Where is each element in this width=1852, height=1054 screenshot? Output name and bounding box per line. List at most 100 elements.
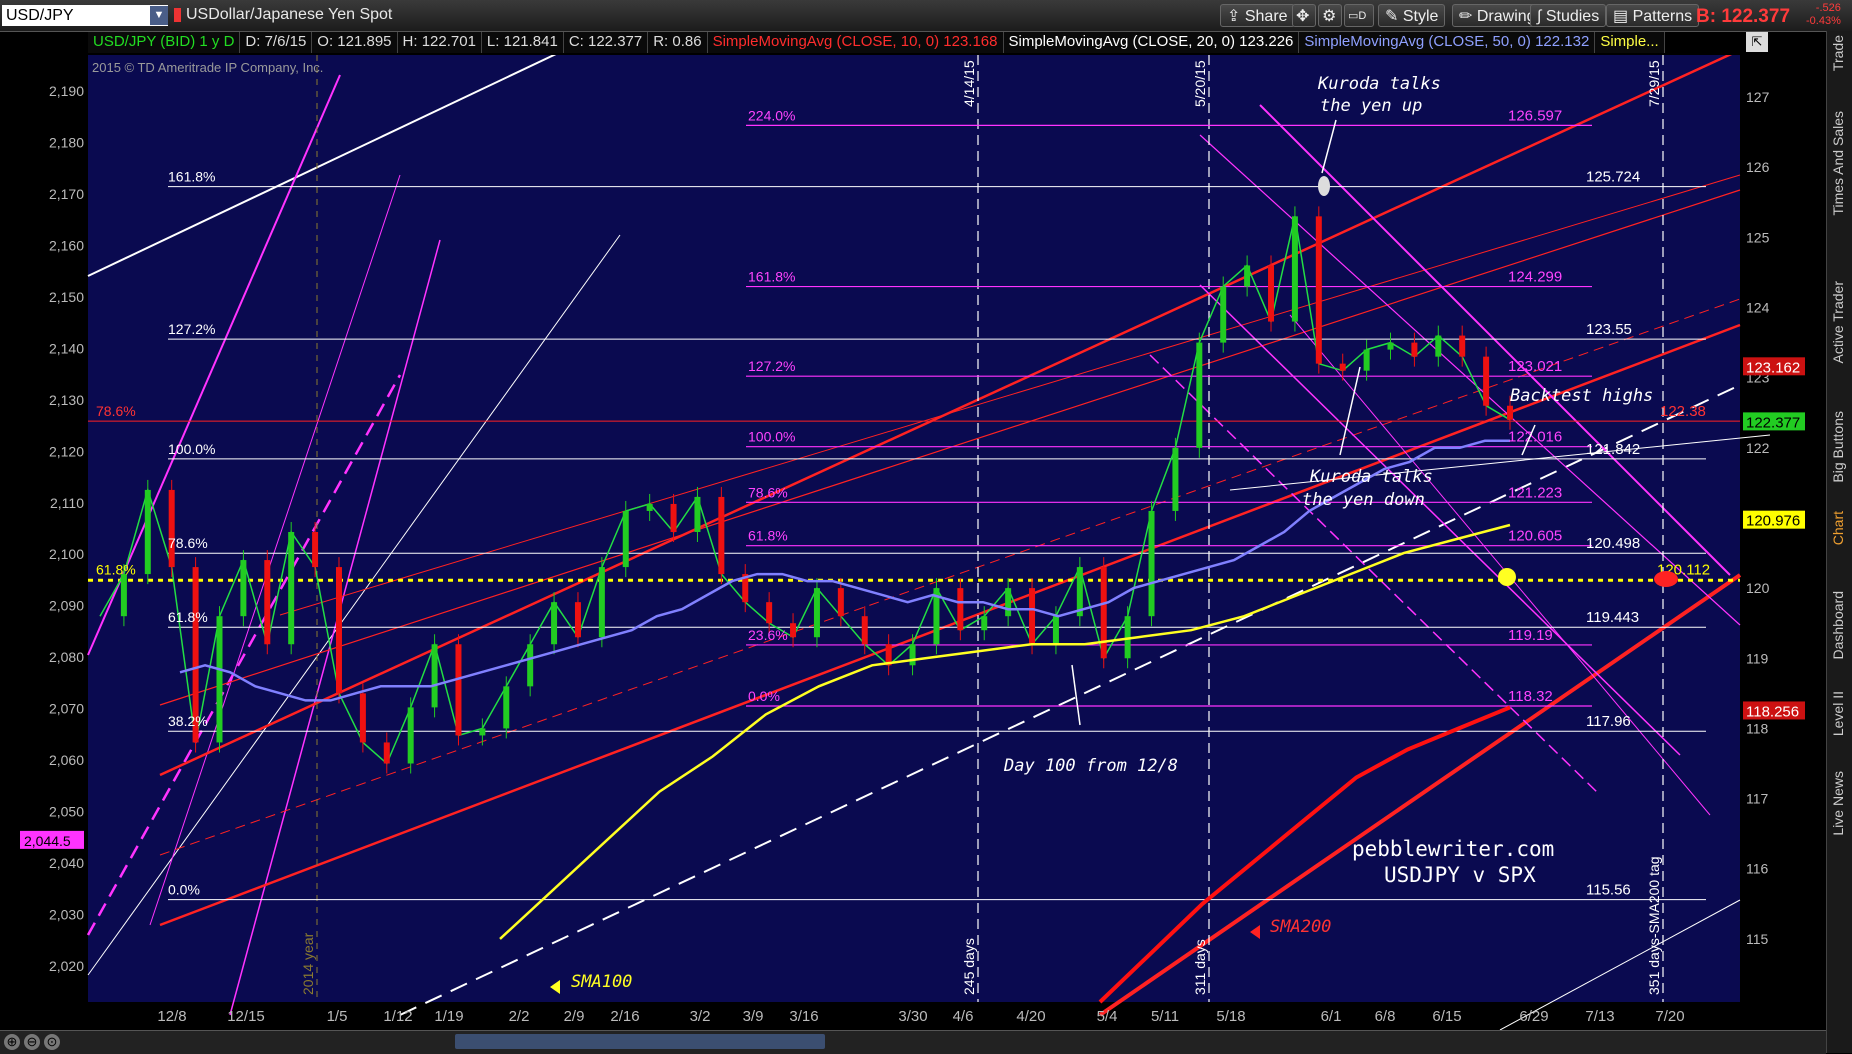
- right-sidebar: Trade Times And Sales Active Trader Big But…: [1826, 31, 1852, 1053]
- x-axis-tick: 1/12: [383, 1008, 412, 1025]
- studies-icon: ∫: [1537, 8, 1546, 25]
- right-axis-tick: 118: [1746, 720, 1769, 736]
- change-percent: -0.43%: [1806, 15, 1841, 27]
- symbol-input[interactable]: USD/JPY: [2, 5, 168, 26]
- time-scrollbar[interactable]: [455, 1034, 825, 1049]
- left-axis-tick: 2,020: [49, 958, 84, 974]
- candle-body: [383, 742, 390, 764]
- fib-magenta-label: 78.6%: [748, 484, 788, 500]
- sma50-value: 122.132: [1535, 33, 1590, 50]
- left-axis-tick: 2,080: [49, 649, 84, 665]
- info-date: D: 7/6/15: [240, 32, 313, 53]
- info-sma20[interactable]: SimpleMovingAvg (CLOSE, 20, 0) 123.226: [1003, 32, 1300, 53]
- fib-white-price: 117.96: [1586, 713, 1631, 730]
- right-axis-tick: 117: [1746, 791, 1769, 807]
- x-axis-tick: 1/5: [327, 1008, 348, 1025]
- candle-body: [264, 560, 271, 645]
- left-axis-tick: 2,140: [49, 340, 84, 356]
- fib-magenta-label: 100.0%: [748, 429, 795, 445]
- info-close: C: 122.377: [563, 32, 649, 53]
- candle-body: [455, 644, 462, 736]
- x-axis-tick: 4/6: [953, 1008, 974, 1025]
- annotation-text: the yen up: [1320, 96, 1422, 116]
- left-axis-tick: 2,040: [49, 855, 84, 871]
- price-change: -.526 -0.43%: [1806, 2, 1841, 28]
- candle-body: [503, 686, 510, 729]
- style-label: Style: [1402, 8, 1439, 25]
- info-pair: USD/JPY (BID) 1 y D: [88, 32, 241, 53]
- candle-body: [1291, 216, 1298, 322]
- sidebar-tab-times-and-sales[interactable]: Times And Sales: [1830, 111, 1846, 216]
- candle-body: [1005, 588, 1012, 617]
- candle-body: [694, 496, 701, 533]
- candle-body: [1029, 588, 1036, 645]
- fib-white-price: 119.443: [1586, 609, 1639, 626]
- info-sma10[interactable]: SimpleMovingAvg (CLOSE, 10, 0) 123.168: [707, 32, 1004, 53]
- x-axis-tick: 6/8: [1375, 1008, 1396, 1025]
- highlight-marker: [1654, 571, 1678, 587]
- sidebar-tab-chart[interactable]: Chart: [1830, 511, 1846, 545]
- candle-body: [288, 532, 295, 645]
- x-axis-tick: 6/1: [1321, 1008, 1342, 1025]
- share-button[interactable]: ⇪ Share: [1220, 4, 1295, 27]
- display-toggle-button[interactable]: ▭D: [1344, 4, 1374, 27]
- candle-body: [1435, 335, 1442, 357]
- sma10-value: 123.168: [943, 33, 998, 50]
- drawing-tools-button[interactable]: ✥: [1292, 4, 1316, 27]
- candle-body: [1459, 335, 1466, 357]
- sidebar-tab-level-ii[interactable]: Level II: [1830, 691, 1846, 736]
- sidebar-tab-active-trader[interactable]: Active Trader: [1830, 281, 1846, 363]
- candle-body: [216, 616, 223, 743]
- zoom-reset-icon[interactable]: ⊙: [44, 1034, 60, 1050]
- fib-magenta-price: 126.597: [1508, 107, 1562, 124]
- annotation-text: Day 100 from 12/8: [1003, 756, 1178, 776]
- candle-body: [1052, 616, 1059, 645]
- spx-tag-text: 2,044.5: [24, 833, 71, 849]
- left-axis-tick: 2,160: [49, 237, 84, 253]
- fib-magenta-price: 118.32: [1508, 688, 1553, 705]
- wrench-icon: ⚙: [1322, 8, 1337, 25]
- fib-magenta-price: 123.021: [1508, 358, 1562, 375]
- studies-button[interactable]: ∫ Studies: [1530, 4, 1607, 27]
- yellow-level-label: 61.8%: [96, 561, 136, 577]
- info-more[interactable]: Simple...: [1595, 32, 1665, 53]
- vertical-marker-note: 351 days-SMA200 tag: [1646, 856, 1662, 995]
- patterns-button[interactable]: ▤ Patterns: [1606, 4, 1700, 27]
- settings-button[interactable]: ⚙: [1318, 4, 1342, 27]
- symbol-dropdown-icon[interactable]: ▼: [150, 6, 168, 25]
- candle-body: [1339, 363, 1346, 371]
- info-sma50[interactable]: SimpleMovingAvg (CLOSE, 50, 0) 122.132: [1299, 32, 1596, 53]
- sidebar-tab-dashboard[interactable]: Dashboard: [1830, 591, 1846, 660]
- candle-body: [1411, 342, 1418, 357]
- x-axis-tick: 2/9: [564, 1008, 585, 1025]
- sidebar-tab-trade[interactable]: Trade: [1830, 35, 1846, 71]
- candle-body: [957, 588, 964, 631]
- candle-body: [551, 602, 558, 645]
- annotation-text: Backtest highs: [1510, 386, 1653, 406]
- collapse-icon[interactable]: ⇱: [1746, 32, 1768, 52]
- fib-magenta-price: 121.223: [1508, 484, 1562, 501]
- symbol-description: USDollar/Japanese Yen Spot: [186, 6, 393, 23]
- sidebar-tab-live-news[interactable]: Live News: [1830, 771, 1846, 836]
- sma50-label: SimpleMovingAvg (CLOSE, 50, 0): [1304, 33, 1531, 50]
- left-axis-tick: 2,090: [49, 598, 84, 614]
- style-button[interactable]: ✎ Style: [1378, 4, 1446, 27]
- fib-white-price: 121.842: [1586, 441, 1640, 458]
- x-axis-tick: 6/15: [1432, 1008, 1461, 1025]
- fib-magenta-price: 124.299: [1508, 269, 1562, 286]
- left-axis-tick: 2,030: [49, 907, 84, 923]
- price-chart[interactable]: 2015 © TD Ameritrade IP Company, Inc. 4/1…: [0, 55, 1826, 1030]
- studies-label: Studies: [1545, 8, 1600, 25]
- vertical-marker-date: 5/20/15: [1192, 60, 1208, 107]
- zoom-in-icon[interactable]: ⊖: [24, 1034, 40, 1050]
- candle-body: [813, 588, 820, 638]
- annotation-text: SMA200: [1270, 917, 1331, 937]
- fib-white-price: 125.724: [1586, 169, 1640, 186]
- zoom-out-icon[interactable]: ⊕: [4, 1034, 20, 1050]
- sidebar-tab-big-buttons[interactable]: Big Buttons: [1830, 411, 1846, 483]
- candle-body: [909, 644, 916, 666]
- right-axis-tick: 119: [1746, 650, 1769, 666]
- drawings-icon: ✏: [1459, 8, 1477, 25]
- right-axis-tick: 125: [1746, 229, 1770, 245]
- d-icon: ▭D: [1348, 10, 1367, 22]
